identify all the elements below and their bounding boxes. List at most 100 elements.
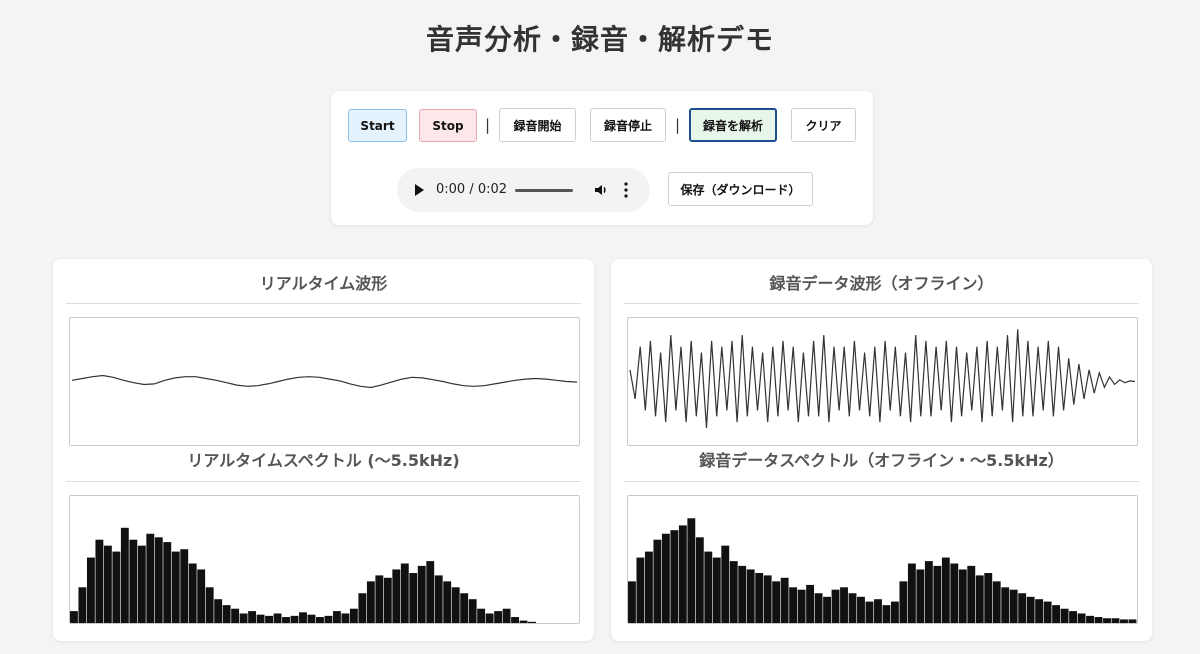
spectrum-bar [1128,619,1137,623]
spectrum-bar [992,581,1001,623]
spectrum-bar [485,613,494,623]
spectrum-bar [468,599,477,623]
spectrum-bar [70,611,78,623]
spectrum-bar [171,551,180,623]
spectrum-bar [316,617,324,623]
realtime-spectrum-canvas [69,495,580,624]
spectrum-bar [163,542,172,623]
spectrum-bar [1009,589,1018,623]
recorded-waveform-canvas [627,317,1138,446]
spectrum-bar [426,561,435,623]
spectrum-bar [755,573,764,623]
spectrum-bar [290,615,299,623]
spectrum-bar [1094,617,1103,623]
analyze-recording-button[interactable]: 録音を解析 [689,108,777,142]
spectrum-bar [1001,587,1010,623]
waveform-line [71,374,578,389]
spectrum-bar [1077,613,1086,623]
record-start-button[interactable]: 録音開始 [499,108,576,142]
spectrum-bar [273,613,282,623]
save-download-button[interactable]: 保存（ダウンロード） [668,172,813,206]
clear-button[interactable]: クリア [791,108,856,142]
spectrum-bar [806,584,815,623]
spectrum-bar [146,533,155,623]
spectrum-bar [282,617,290,623]
spectrum-bar [857,596,865,623]
spectrum-bar [324,615,333,623]
spectrum-bar [519,620,528,623]
stop-button[interactable]: Stop [419,109,477,142]
spectrum-bar [721,545,730,623]
spectrum-bar [738,565,747,623]
spectrum-bar [628,581,636,623]
spectrum-bar [797,589,806,623]
spectrum-bar [383,577,392,623]
spectrum-bar [661,533,670,623]
spectrum-bar [789,587,798,623]
spectrum-bar [494,611,503,623]
recorded-spectrum-canvas [627,495,1138,624]
realtime-panel: リアルタイム波形 リアルタイムスペクトル (〜5.5kHz) [53,259,594,641]
audio-progress-slider[interactable] [515,189,573,192]
audio-time: 0:00 / 0:02 [436,182,508,197]
control-panel: Start Stop | 録音開始 録音停止 | 録音を解析 クリア 0:00 … [331,91,873,225]
spectrum-bar [1120,619,1128,623]
start-button[interactable]: Start [348,109,407,142]
spectrum-bar [695,537,704,623]
spectrum-bar [332,611,341,623]
spectrum-bar [349,608,358,623]
spectrum-bar [358,593,367,623]
spectrum-bar [375,575,384,623]
spectrum-bar [502,608,511,623]
spectrum-bar [120,527,129,623]
spectrum-bar [916,569,925,623]
separator: | [485,116,491,134]
spectrum-bar [653,539,662,623]
play-icon[interactable] [415,184,424,196]
spectrum-bar [205,587,214,623]
spectrum-bar [1111,618,1120,623]
spectrum-bar [763,575,772,623]
recorded-spectrum-title: 録音データスペクトル（オフライン・〜5.5kHz） [624,449,1139,482]
spectrum-bar [831,589,840,623]
page-title: 音声分析・録音・解析デモ [425,23,774,56]
spectrum-bar [265,615,273,623]
spectrum-bar [86,557,95,623]
spectrum-bar [307,614,316,623]
spectrum-bar [644,551,653,623]
spectrum-bar [941,557,950,623]
record-stop-button[interactable]: 録音停止 [590,108,666,142]
realtime-wave-title: リアルタイム波形 [66,272,581,304]
spectrum-bar [958,569,967,623]
spectrum-bar [1060,608,1069,623]
spectrum-bar [451,587,460,623]
spectrum-bar [772,581,781,623]
spectrum-bar [1043,601,1052,623]
spectrum-bar [678,525,687,623]
volume-icon[interactable] [593,182,609,198]
spectrum-bar [704,551,713,623]
spectrum-bar [239,613,248,623]
spectrum-bar [687,518,696,623]
spectrum-bar [712,557,721,623]
spectrum-bar [129,539,138,623]
spectrum-bar [214,599,223,623]
spectrum-bar [400,563,409,623]
spectrum-bar [1018,593,1027,623]
spectrum-bar [984,573,993,623]
spectrum-bar [443,581,452,623]
audio-player: 0:00 / 0:02 [397,168,650,212]
spectrum-bar [112,551,121,623]
realtime-spectrum-title: リアルタイムスペクトル (〜5.5kHz) [66,449,581,482]
spectrum-bar [434,575,443,623]
spectrum-bar [975,575,984,623]
spectrum-bar [417,565,426,623]
spectrum-bar [865,601,874,623]
spectrum-bar [1069,611,1078,623]
more-options-icon[interactable] [623,181,629,199]
spectrum-bar [814,593,823,623]
spectrum-bar [1035,599,1044,623]
waveform-line [629,329,1136,428]
realtime-waveform-canvas [69,317,580,446]
realtime-spectrum-chart [70,527,536,623]
